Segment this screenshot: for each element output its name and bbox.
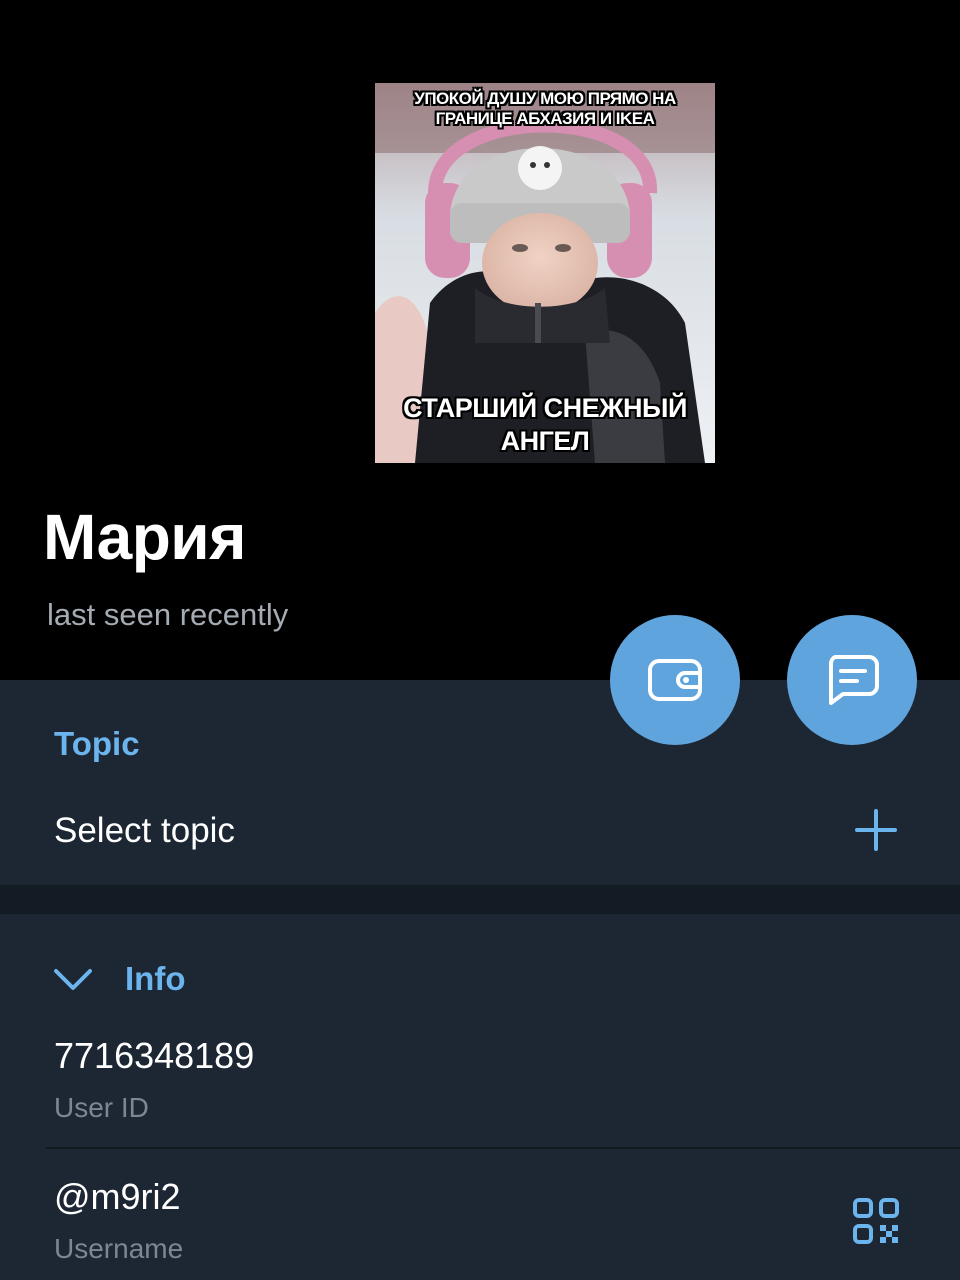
section-divider xyxy=(0,885,960,914)
avatar-caption-bottom: СТАРШИЙ СНЕЖНЫЙ АНГЕЛ xyxy=(403,393,687,456)
user-id-value[interactable]: 7716348189 xyxy=(54,1035,254,1077)
username-value[interactable]: @m9ri2 xyxy=(54,1176,181,1218)
profile-name: Мария xyxy=(43,501,246,573)
select-topic-button[interactable]: Select topic xyxy=(54,811,235,851)
avatar-caption-top: УПОКОЙ ДУШУ МОЮ ПРЯМО НА ГРАНИЦЕ АБХАЗИЯ… xyxy=(414,89,676,129)
message-icon xyxy=(828,655,879,705)
info-section: Info 7716348189 User ID @m9ri2 Username xyxy=(0,914,960,1280)
topic-section-title: Topic xyxy=(54,725,140,762)
qr-code-icon[interactable] xyxy=(852,1197,900,1245)
message-button[interactable] xyxy=(787,615,917,745)
row-divider xyxy=(46,1147,960,1149)
user-id-label: User ID xyxy=(54,1092,149,1123)
profile-status: last seen recently xyxy=(47,597,289,632)
chevron-down-icon[interactable] xyxy=(52,966,94,994)
plus-icon[interactable] xyxy=(854,808,898,852)
username-label: Username xyxy=(54,1233,184,1264)
wallet-button[interactable] xyxy=(610,615,740,745)
profile-avatar[interactable]: УПОКОЙ ДУШУ МОЮ ПРЯМО НА ГРАНИЦЕ АБХАЗИЯ… xyxy=(375,83,715,463)
profile-header: УПОКОЙ ДУШУ МОЮ ПРЯМО НА ГРАНИЦЕ АБХАЗИЯ… xyxy=(0,0,960,680)
info-section-title[interactable]: Info xyxy=(125,960,185,998)
wallet-icon xyxy=(648,659,702,701)
